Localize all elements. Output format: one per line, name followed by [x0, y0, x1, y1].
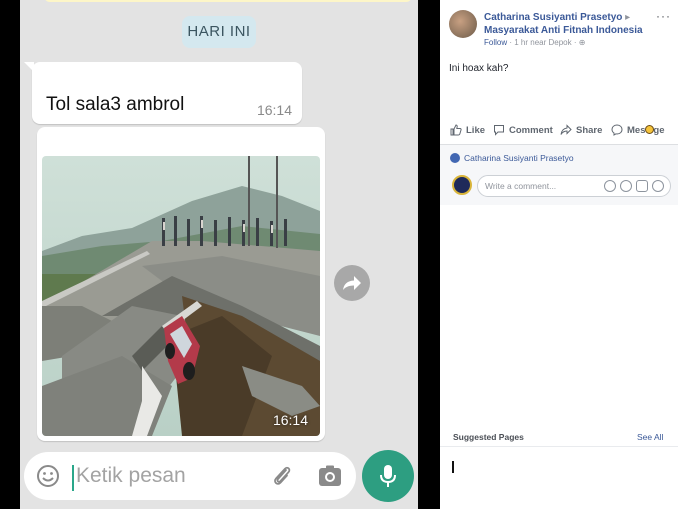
comment-tools: [604, 180, 664, 192]
message-input[interactable]: Ketik pesan: [76, 464, 186, 488]
message-bubble-image[interactable]: 16:14: [37, 127, 325, 441]
message-bubble-text[interactable]: Tol sala3 ambrol 16:14: [24, 62, 302, 124]
comment-placeholder: Write a comment...: [485, 181, 557, 191]
comments-area: Catharina Susiyanti Prasetyo Write a com…: [440, 145, 678, 205]
screenshot-stage: HARI INI Tol sala3 ambrol 16:14 16:14 Ke…: [0, 0, 678, 509]
loading-caret: [452, 461, 454, 473]
text-cursor: [72, 465, 74, 491]
post-time-location: · 1 hr near Depok ·: [507, 38, 579, 47]
like-badge-icon: [450, 153, 460, 163]
forward-button[interactable]: [334, 265, 370, 301]
poster-name-link[interactable]: Catharina Susiyanti Prasetyo: [484, 12, 622, 23]
follow-link[interactable]: Follow: [484, 38, 507, 47]
sticker-icon[interactable]: [652, 180, 664, 192]
emoji-overlay-icon: [645, 125, 654, 134]
comment-button[interactable]: Comment: [493, 124, 553, 136]
avatar[interactable]: [449, 10, 477, 38]
message-time: 16:14: [256, 102, 292, 118]
message-composer: Ketik pesan: [24, 452, 356, 500]
share-button[interactable]: Share: [560, 124, 602, 136]
collapsed-road-photo[interactable]: 16:14: [42, 156, 320, 436]
date-chip: HARI INI: [182, 16, 256, 48]
post-actions: Like Comment Share Mes ge: [440, 122, 678, 142]
more-options-button[interactable]: ···: [656, 9, 671, 23]
share-icon: [560, 124, 572, 135]
suggested-pages-heading: Suggested Pages: [453, 432, 524, 442]
message-text: Tol sala3 ambrol: [46, 94, 185, 115]
like-button[interactable]: Like: [450, 124, 485, 136]
likes-summary[interactable]: Catharina Susiyanti Prasetyo: [450, 153, 574, 163]
forward-icon: [343, 276, 361, 290]
chevron-right-icon: ▸: [625, 12, 631, 23]
previous-message-edge: [44, 0, 412, 2]
emoji-icon[interactable]: [604, 180, 616, 192]
message-button[interactable]: Mes ge: [611, 124, 665, 136]
whatsapp-chat-panel: HARI INI Tol sala3 ambrol 16:14 16:14 Ke…: [20, 0, 418, 509]
suggested-divider: [440, 446, 678, 447]
paperclip-icon[interactable]: [270, 464, 294, 488]
camera-icon[interactable]: [318, 465, 342, 487]
comment-icon: [494, 125, 504, 136]
globe-icon: ⊕: [578, 38, 586, 47]
post-text: Ini hoax kah?: [449, 63, 509, 74]
group-name-link[interactable]: Masyarakat Anti Fitnah Indonesia: [484, 25, 643, 36]
facebook-post-panel: Catharina Susiyanti Prasetyo ▸ Masyaraka…: [440, 0, 678, 509]
comment-input[interactable]: Write a comment...: [477, 175, 671, 197]
see-all-link[interactable]: See All: [637, 432, 663, 442]
image-time: 16:14: [272, 412, 308, 428]
like-label: Like: [466, 124, 486, 136]
camera-icon[interactable]: [620, 180, 632, 192]
share-label: Share: [576, 124, 603, 136]
mic-icon: [380, 465, 396, 487]
post-header: Catharina Susiyanti Prasetyo ▸ Masyaraka…: [484, 11, 669, 37]
mic-button[interactable]: [362, 450, 414, 502]
liker-name[interactable]: Catharina Susiyanti Prasetyo: [464, 153, 574, 163]
commenter-avatar: [452, 175, 472, 195]
gif-icon[interactable]: [636, 180, 648, 192]
messenger-icon: [611, 124, 623, 136]
post-meta: Follow · 1 hr near Depok · ⊕: [484, 38, 585, 47]
emoji-icon[interactable]: [36, 464, 60, 488]
comment-label: Comment: [509, 124, 553, 136]
thumbs-up-icon: [450, 124, 462, 136]
